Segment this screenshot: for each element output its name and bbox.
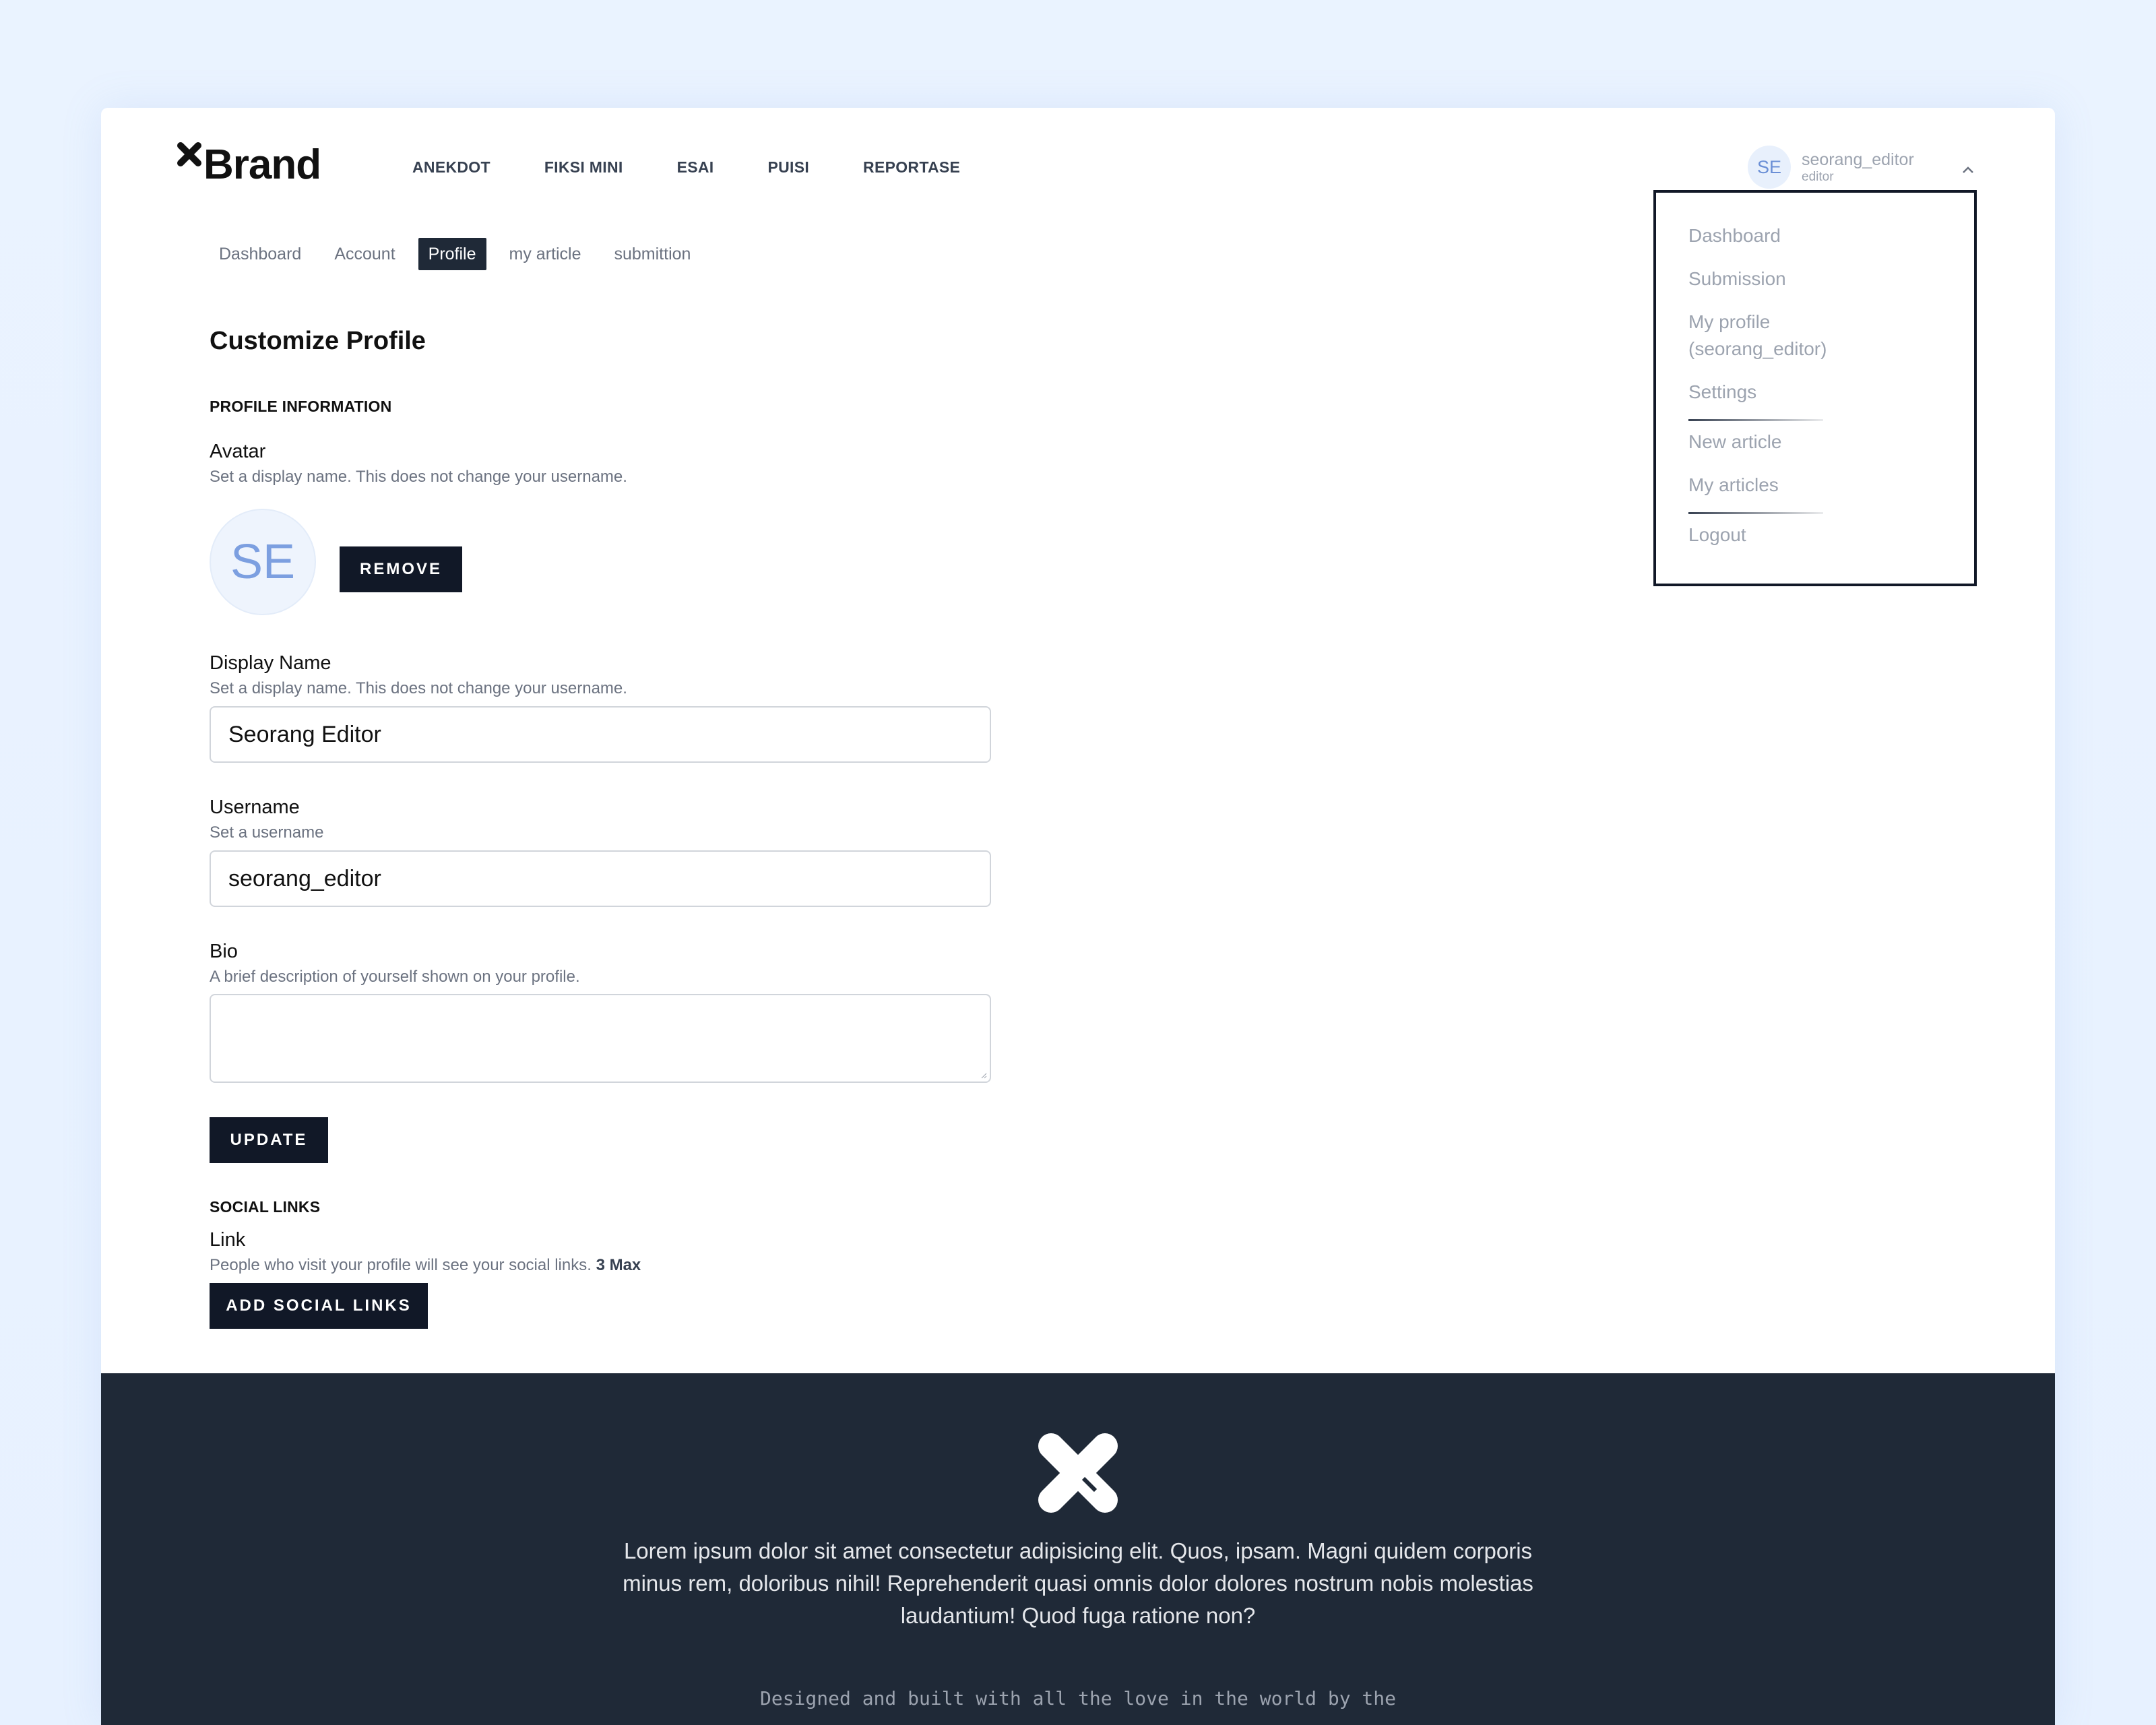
section-heading-profile: PROFILE INFORMATION (210, 398, 392, 415)
display-name-help: Set a display name. This does not change… (210, 679, 627, 697)
avatar[interactable]: SE (210, 509, 316, 615)
profile-tabs: Dashboard Account Profile my article sub… (209, 238, 714, 270)
menu-divider (1688, 419, 1823, 421)
nav-esai[interactable]: ESAI (677, 158, 714, 177)
menu-item-new-article[interactable]: New article (1688, 429, 1958, 456)
top-nav: ANEKDOT FIKSI MINI ESAI PUISI REPORTASE (412, 158, 1014, 177)
username-input[interactable]: seorang_editor (210, 850, 991, 907)
link-help-text: People who visit your profile will see y… (210, 1256, 592, 1274)
tab-my-article[interactable]: my article (499, 238, 592, 270)
app-window: Brand ANEKDOT FIKSI MINI ESAI PUISI REPO… (101, 108, 2055, 1725)
page-title: Customize Profile (210, 327, 426, 355)
tab-submittion[interactable]: submittion (604, 238, 701, 270)
username-help: Set a username (210, 823, 324, 842)
display-name-input[interactable]: Seorang Editor (210, 706, 991, 763)
nav-reportase[interactable]: REPORTASE (863, 158, 960, 177)
nav-puisi[interactable]: PUISI (767, 158, 809, 177)
tab-profile[interactable]: Profile (418, 238, 486, 270)
chevron-up-icon[interactable] (1958, 163, 1978, 177)
link-label: Link (210, 1229, 246, 1251)
menu-item-my-articles[interactable]: My articles (1688, 472, 1958, 499)
bio-help: A brief description of yourself shown on… (210, 968, 580, 986)
avatar-label: Avatar (210, 441, 266, 462)
display-name-label: Display Name (210, 652, 331, 674)
footer-credit: Designed and built with all the love in … (759, 1687, 1396, 1710)
tab-account[interactable]: Account (324, 238, 405, 270)
user-avatar: SE (1748, 146, 1791, 189)
nav-fiksi-mini[interactable]: FIKSI MINI (544, 158, 623, 177)
username-label: Username (210, 796, 300, 818)
menu-item-logout[interactable]: Logout (1688, 522, 1958, 548)
bio-label: Bio (210, 941, 238, 962)
nav-anekdot[interactable]: ANEKDOT (412, 158, 490, 177)
menu-item-submission[interactable]: Submission (1688, 265, 1958, 292)
avatar-help: Set a display name. This does not change… (210, 468, 627, 486)
brand-name: Brand (203, 142, 321, 188)
menu-item-my-profile[interactable]: My profile (seorang_editor) (1688, 309, 1891, 363)
user-meta: seorang_editor editor (1802, 150, 1914, 185)
footer: Lorem ipsum dolor sit amet consectetur a… (101, 1373, 2055, 1725)
brand-x-icon (177, 142, 201, 166)
brand-logo[interactable]: Brand (177, 142, 321, 189)
resize-handle-icon[interactable] (980, 1072, 987, 1079)
footer-description: Lorem ipsum dolor sit amet consectetur a… (623, 1538, 1533, 1628)
link-max: 3 Max (596, 1256, 641, 1274)
brand-x-icon (1038, 1433, 1118, 1513)
user-name: seorang_editor (1802, 150, 1914, 169)
link-help: People who visit your profile will see y… (210, 1256, 641, 1275)
user-role: editor (1802, 170, 1834, 184)
menu-divider (1688, 512, 1823, 514)
user-dropdown-menu: Dashboard Submission My profile (seorang… (1653, 190, 1977, 586)
user-menu-toggle[interactable]: SE seorang_editor editor (1748, 146, 1914, 189)
bio-textarea[interactable] (210, 994, 991, 1083)
add-social-links-button[interactable]: ADD SOCIAL LINKS (210, 1283, 428, 1329)
menu-item-dashboard[interactable]: Dashboard (1688, 222, 1958, 249)
tab-dashboard[interactable]: Dashboard (209, 238, 311, 270)
remove-avatar-button[interactable]: REMOVE (340, 546, 462, 592)
update-button[interactable]: UPDATE (210, 1117, 328, 1163)
menu-item-settings[interactable]: Settings (1688, 379, 1958, 406)
section-heading-social: SOCIAL LINKS (210, 1198, 321, 1216)
